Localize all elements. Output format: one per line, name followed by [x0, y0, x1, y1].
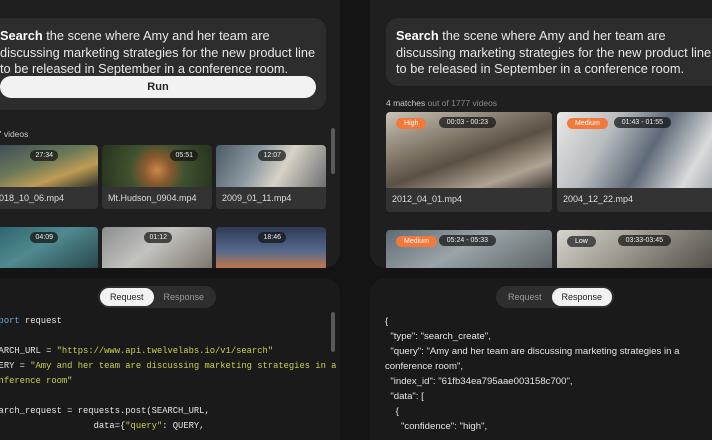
- result-card[interactable]: High 00:03 - 00:23 2012_04_01.mp4: [386, 112, 552, 212]
- tab-request[interactable]: Request: [498, 288, 552, 306]
- request-code-panel: Request Response import request SEARCH_U…: [0, 278, 340, 440]
- duration-badge: 12:07: [258, 150, 286, 161]
- duration-badge: 04:09: [30, 232, 58, 243]
- search-query-box[interactable]: Search the scene where Amy and her team …: [0, 18, 326, 110]
- request-response-toggle: Request Response: [496, 286, 615, 308]
- time-range-badge: 01:43 - 01:55: [613, 117, 671, 128]
- time-range-badge: 05:24 - 05:33: [438, 235, 496, 246]
- search-keyword: Search: [396, 28, 439, 43]
- video-filename: 2018_10_06.mp4: [0, 187, 98, 209]
- code-string: "query": [125, 421, 163, 431]
- search-keyword: Search: [0, 28, 43, 43]
- result-card[interactable]: Low 03:33-03:45: [557, 230, 712, 268]
- tab-request[interactable]: Request: [100, 288, 154, 306]
- video-card[interactable]: 05:51 Mt.Hudson_0904.mp4: [102, 145, 212, 209]
- time-range-badge: 03:33-03:45: [617, 235, 671, 246]
- video-count: 77 videos: [0, 129, 29, 139]
- video-card[interactable]: 04:09: [0, 227, 98, 268]
- request-response-toggle: Request Response: [98, 286, 217, 308]
- request-code-block: import request SEARCH_URL = "https://www…: [0, 314, 336, 434]
- video-card[interactable]: 12:07 2009_01_11.mp4: [216, 145, 326, 209]
- duration-badge: 18:46: [258, 232, 286, 243]
- response-code-panel: Request Response { "type": "search_creat…: [370, 278, 712, 440]
- result-card[interactable]: Medium 01:43 - 01:55 2004_12_22.mp4: [557, 112, 712, 212]
- code-line: {: [385, 406, 399, 417]
- response-code-block: { "type": "search_create", "query": "Amy…: [385, 314, 679, 434]
- duration-badge: 01:12: [144, 232, 172, 243]
- code-line: search_request = requests.post(SEARCH_UR…: [0, 406, 210, 416]
- code-string: conference room": [0, 376, 73, 386]
- code-line: conference room",: [385, 361, 464, 372]
- code-line: "index_id": "61fb34ea795aae003158c700",: [385, 376, 573, 387]
- video-filename: 2009_01_11.mp4: [216, 187, 326, 209]
- search-panel-right: Search the scene where Amy and her team …: [370, 0, 712, 268]
- duration-badge: 05:51: [170, 150, 198, 161]
- result-filename: 2012_04_01.mp4: [386, 188, 552, 212]
- code-line: QUERY =: [0, 361, 25, 371]
- scrollbar[interactable]: [331, 128, 335, 174]
- code-line: "data": [: [385, 391, 424, 402]
- code-line: data={: [0, 421, 126, 431]
- code-string: "https://www.api.twelvelabs.io/v1/search…: [56, 346, 274, 356]
- code-line: "confidence": "high",: [385, 421, 488, 432]
- video-card[interactable]: 18:46: [216, 227, 326, 268]
- code-line: request: [19, 316, 62, 326]
- match-count-main: 4 matches: [386, 98, 426, 108]
- code-line: {: [385, 316, 389, 327]
- video-card[interactable]: 01:12: [102, 227, 212, 268]
- video-filename: Mt.Hudson_0904.mp4: [102, 187, 212, 209]
- code-line: SEARCH_URL =: [0, 346, 52, 356]
- code-keyword: import: [0, 316, 20, 326]
- code-string: "Amy and her team are discussing marketi…: [30, 361, 337, 371]
- confidence-badge: High: [396, 118, 427, 129]
- match-count: 4 matches out of 1777 videos: [386, 98, 497, 108]
- duration-badge: 27:34: [30, 150, 58, 161]
- video-card[interactable]: 27:34 2018_10_06.mp4: [0, 145, 98, 209]
- confidence-badge: Medium: [396, 236, 437, 247]
- confidence-badge: Medium: [567, 118, 608, 129]
- search-query-box[interactable]: Search the scene where Amy and her team …: [386, 18, 712, 86]
- tab-response[interactable]: Response: [551, 288, 613, 306]
- time-range-badge: 00:03 - 00:23: [438, 117, 496, 128]
- match-count-total: out of 1777 videos: [425, 98, 498, 108]
- tab-response[interactable]: Response: [154, 288, 215, 306]
- search-query-text: the scene where Amy and her team are dis…: [396, 28, 712, 76]
- scrollbar[interactable]: [331, 312, 335, 352]
- search-panel-left: Search the scene where Amy and her team …: [0, 0, 340, 268]
- result-filename: 2004_12_22.mp4: [557, 188, 712, 212]
- confidence-badge: Low: [567, 236, 596, 247]
- code-line: "query": "Amy and her team are discussin…: [385, 346, 680, 357]
- run-button[interactable]: Run: [0, 76, 316, 98]
- result-card[interactable]: Medium 05:24 - 05:33: [386, 230, 552, 268]
- code-line: : QUERY,: [162, 421, 205, 431]
- search-query-text: the scene where Amy and her team are dis…: [0, 28, 316, 76]
- code-line: "type": "search_create",: [385, 331, 491, 342]
